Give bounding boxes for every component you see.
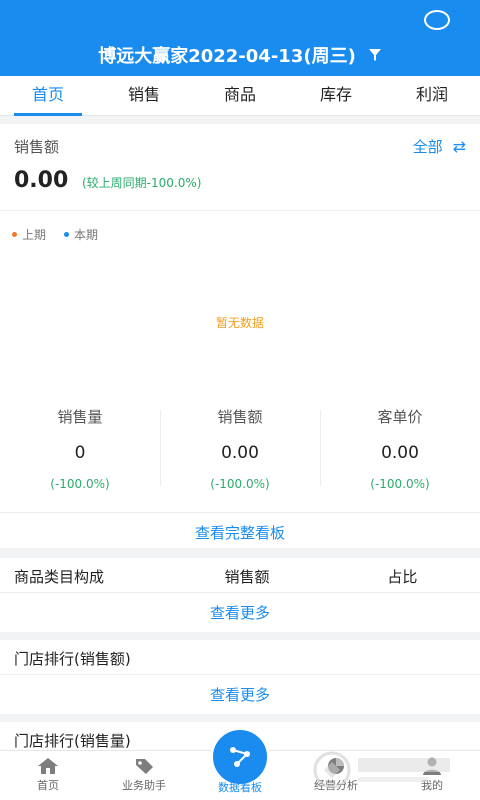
store-date-title[interactable]: 博远大赢家2022-04-13(周三) (0, 42, 480, 68)
column-header-category: 商品类目构成 (14, 568, 105, 586)
metric-value: 0.00 (381, 443, 419, 463)
view-full-board-link[interactable]: 查看完整看板 (0, 522, 480, 543)
nav-label: 数据看板 (218, 781, 262, 794)
store-ranking-amount-title: 门店排行(销售额) (14, 650, 131, 668)
legend-item-previous: 上期 (12, 226, 46, 243)
store-ranking-amount-card: 门店排行(销售额) 查看更多 (0, 640, 480, 714)
metric-change: (-100.0%) (210, 477, 270, 491)
legend-item-current: 本期 (64, 226, 98, 243)
app-header: 博远大赢家2022-04-13(周三) (0, 0, 480, 76)
metric-change: (-100.0%) (50, 477, 110, 491)
data-board-icon (230, 747, 250, 767)
filter-icon[interactable] (368, 48, 382, 62)
store-ranking-quantity-title: 门店排行(销售量) (14, 732, 131, 750)
nav-home[interactable]: 首页 (0, 751, 96, 800)
nav-business-assistant[interactable]: 业务助手 (96, 751, 192, 800)
metric-label: 销售额 (217, 408, 263, 426)
header-title-text: 博远大赢家2022-04-13(周三) (98, 46, 356, 67)
metric-amount: 销售额 0.00 (-100.0%) (160, 400, 320, 496)
store-amount-view-more-link[interactable]: 查看更多 (0, 684, 480, 705)
divider (0, 592, 480, 593)
tab-profit[interactable]: 利润 (384, 76, 480, 115)
metric-quantity: 销售量 0 (-100.0%) (0, 400, 160, 496)
metric-avg-price: 客单价 0.00 (-100.0%) (320, 400, 480, 496)
sales-card: 销售额 全部 ⇄ 0.00 (较上周同期-100.0%) 上期 本期 暂无数据 … (0, 124, 480, 548)
nav-label: 业务助手 (122, 779, 166, 792)
divider (0, 210, 480, 211)
swap-icon: ⇄ (452, 137, 466, 156)
metric-value: 0 (74, 443, 86, 463)
tab-inventory[interactable]: 库存 (288, 76, 384, 115)
watermark-logo (313, 751, 450, 789)
column-header-ratio: 占比 (387, 568, 418, 586)
legend-label-current: 本期 (74, 228, 99, 242)
legend-label-previous: 上期 (22, 228, 47, 242)
bottom-navigation: 首页 业务助手 数据看板 经营分析 我的 (0, 727, 480, 800)
tab-sales[interactable]: 销售 (96, 76, 192, 115)
data-board-fab[interactable] (210, 727, 270, 787)
category-view-more-link[interactable]: 查看更多 (0, 602, 480, 623)
legend-dot-current (64, 232, 70, 237)
metric-change: (-100.0%) (370, 477, 430, 491)
nav-label: 首页 (37, 779, 59, 792)
top-tabs: 首页 销售 商品 库存 利润 (0, 76, 480, 116)
tab-products[interactable]: 商品 (192, 76, 288, 115)
metric-value: 0.00 (221, 443, 259, 463)
category-card: 商品类目构成 销售额 占比 查看更多 (0, 558, 480, 632)
divider (0, 512, 480, 513)
nav-data-board[interactable]: 数据看板 (192, 727, 288, 800)
category-table-header: 商品类目构成 销售额 占比 (0, 566, 480, 587)
menu-circle-icon[interactable] (424, 10, 450, 30)
legend-dot-previous (12, 232, 17, 237)
no-data-text: 暂无数据 (215, 316, 264, 330)
sales-amount-value: 0.00 (14, 168, 69, 193)
sales-section-title: 销售额 (14, 138, 60, 156)
metric-label: 客单价 (377, 408, 423, 426)
chart-legend: 上期 本期 (12, 226, 116, 243)
tag-icon (136, 759, 153, 774)
sales-compare-text: (较上周同期-100.0%) (82, 176, 202, 190)
divider (0, 674, 480, 675)
tab-home[interactable]: 首页 (0, 76, 96, 116)
column-header-amount: 销售额 (224, 568, 270, 586)
all-filter-button[interactable]: 全部 ⇄ (413, 136, 466, 157)
all-filter-label: 全部 (412, 138, 443, 156)
sales-metrics: 销售量 0 (-100.0%) 销售额 0.00 (-100.0%) 客单价 0… (0, 400, 480, 496)
metric-label: 销售量 (57, 408, 103, 426)
home-icon (38, 758, 58, 774)
